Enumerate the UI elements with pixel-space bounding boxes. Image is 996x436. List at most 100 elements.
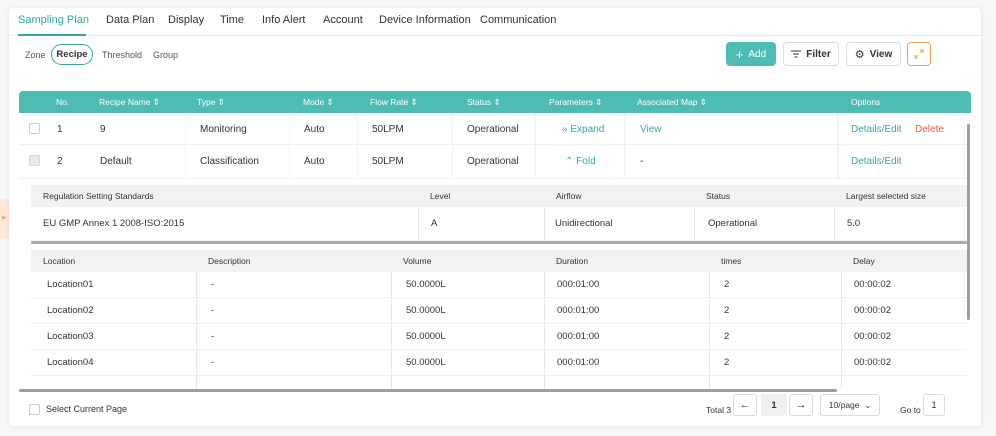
cell-type: Classification xyxy=(200,156,259,167)
delete-link[interactable]: Delete xyxy=(915,124,944,135)
cell-location: Location03 xyxy=(47,331,94,342)
subtab-zone[interactable]: Zone xyxy=(25,50,46,60)
next-page-button[interactable]: → xyxy=(789,394,813,416)
col-airflow: Airflow xyxy=(556,191,582,201)
cell-no: 2 xyxy=(57,156,63,167)
view-button[interactable]: ⚙ View xyxy=(846,42,901,66)
add-button[interactable]: + Add xyxy=(726,42,776,66)
col-reg-status: Status xyxy=(706,191,731,201)
current-page[interactable]: 1 xyxy=(761,394,787,416)
cell-no: 1 xyxy=(57,124,63,135)
filter-icon xyxy=(791,50,802,58)
col-mode[interactable]: Mode ⇕ xyxy=(303,97,334,108)
cell-duration: 000:01:00 xyxy=(557,357,600,368)
cell-location: Location01 xyxy=(47,279,94,290)
prev-page-button[interactable]: ← xyxy=(733,394,757,416)
cell-delay: 00:00:02 xyxy=(854,357,891,368)
add-label: Add xyxy=(748,48,767,60)
goto-label: Go to xyxy=(900,405,921,415)
chevron-double-up-icon: ⌃ xyxy=(565,156,574,167)
table-header: No. Recipe Name ⇕ Type ⇕ Mode ⇕ Flow Rat… xyxy=(19,91,971,113)
locations-table-header: Location Description Volume Duration tim… xyxy=(31,250,967,272)
tab-device-information[interactable]: Device Information xyxy=(379,14,471,26)
cell-mode: Auto xyxy=(304,124,325,135)
regulation-horizontal-scrollbar[interactable] xyxy=(31,241,967,244)
cell-description: - xyxy=(211,279,215,290)
cell-regulation-standard: EU GMP Annex 1 2008-ISO:2015 xyxy=(43,218,185,229)
table-horizontal-scrollbar[interactable] xyxy=(19,389,837,392)
cell-largest-size: 5.0 xyxy=(847,218,861,229)
cell-associated-map: - xyxy=(640,156,644,167)
top-tab-bar: Sampling Plan Data Plan Display Time Inf… xyxy=(9,8,981,36)
col-description: Description xyxy=(208,256,251,266)
expand-parameters-link[interactable]: » Expand xyxy=(562,124,604,135)
page-size-select[interactable]: 10/page ⌄ xyxy=(820,394,880,416)
fold-parameters-link[interactable]: ⌃ Fold xyxy=(565,156,596,167)
cell-duration: 000:01:00 xyxy=(557,331,600,342)
select-page-checkbox[interactable] xyxy=(29,404,40,415)
subtab-threshold[interactable]: Threshold xyxy=(102,50,142,60)
tab-communication[interactable]: Communication xyxy=(480,14,556,26)
cell-times: 2 xyxy=(724,305,730,316)
page-size-value: 10/page xyxy=(828,400,860,410)
subtab-recipe[interactable]: Recipe xyxy=(51,44,93,65)
col-status[interactable]: Status ⇕ xyxy=(467,97,501,108)
view-map-link[interactable]: View xyxy=(640,124,662,135)
cell-volume: 50.0000L xyxy=(406,305,446,316)
details-edit-link[interactable]: Details/Edit xyxy=(851,124,902,135)
tab-sampling-plan[interactable]: Sampling Plan xyxy=(18,14,89,26)
goto-page-input[interactable]: 1 xyxy=(923,394,945,416)
subtab-group[interactable]: Group xyxy=(153,50,178,60)
cell-location: Location02 xyxy=(47,305,94,316)
cell-times: 2 xyxy=(724,279,730,290)
tab-data-plan[interactable]: Data Plan xyxy=(106,14,154,26)
tab-info-alert[interactable]: Info Alert xyxy=(262,14,305,26)
col-associated-map[interactable]: Associated Map ⇕ xyxy=(637,97,707,108)
caret-right-icon: ▸ xyxy=(2,212,7,222)
cell-location: Location04 xyxy=(47,357,94,368)
col-duration: Duration xyxy=(556,256,589,266)
chevron-double-down-icon: » xyxy=(562,124,568,135)
cell-recipe-name: Default xyxy=(100,156,132,167)
row-checkbox[interactable] xyxy=(29,123,40,134)
regulation-row: EU GMP Annex 1 2008-ISO:2015 A Unidirect… xyxy=(31,207,967,241)
cell-description: - xyxy=(211,305,215,316)
cell-description: - xyxy=(211,357,215,368)
regulation-table-header: Regulation Setting Standards Level Airfl… xyxy=(31,185,967,207)
cell-flow-rate: 50LPM xyxy=(372,124,404,135)
location-row-partial xyxy=(31,376,967,389)
col-type[interactable]: Type ⇕ xyxy=(197,97,225,108)
row-checkbox-disabled xyxy=(29,155,40,166)
cell-duration: 000:01:00 xyxy=(557,279,600,290)
cell-volume: 50.0000L xyxy=(406,357,446,368)
fullscreen-button[interactable] xyxy=(907,42,931,66)
details-edit-link[interactable]: Details/Edit xyxy=(851,156,902,167)
expand-arrows-icon xyxy=(914,49,924,59)
col-options: Options xyxy=(851,97,881,107)
cell-recipe-name: 9 xyxy=(100,124,106,135)
plus-icon: + xyxy=(735,46,744,62)
chevron-down-icon: ⌄ xyxy=(864,400,872,410)
cell-volume: 50.0000L xyxy=(406,331,446,342)
tab-account[interactable]: Account xyxy=(323,14,363,26)
tab-display[interactable]: Display xyxy=(168,14,204,26)
side-panel-handle[interactable]: ▸ xyxy=(0,199,9,239)
filter-label: Filter xyxy=(806,48,831,60)
cell-delay: 00:00:02 xyxy=(854,279,891,290)
col-recipe-name[interactable]: Recipe Name ⇕ xyxy=(99,97,160,108)
cell-level: A xyxy=(431,218,438,229)
cell-delay: 00:00:02 xyxy=(854,331,891,342)
col-parameters[interactable]: Parameters ⇕ xyxy=(549,97,602,108)
cell-flow-rate: 50LPM xyxy=(372,156,404,167)
filter-button[interactable]: Filter xyxy=(783,42,839,66)
active-tab-indicator xyxy=(18,34,86,36)
table-row: 2 Default Classification Auto 50LPM Oper… xyxy=(19,145,971,179)
col-flow-rate[interactable]: Flow Rate ⇕ xyxy=(370,97,418,108)
location-row: Location03 - 50.0000L 000:01:00 2 00:00:… xyxy=(31,324,967,350)
col-level: Level xyxy=(430,191,451,201)
tab-time[interactable]: Time xyxy=(220,14,244,26)
col-regulation-standards: Regulation Setting Standards xyxy=(43,191,154,201)
cell-reg-status: Operational xyxy=(708,218,758,229)
location-row: Location01 - 50.0000L 000:01:00 2 00:00:… xyxy=(31,272,967,298)
table-vertical-scrollbar[interactable] xyxy=(967,124,970,320)
